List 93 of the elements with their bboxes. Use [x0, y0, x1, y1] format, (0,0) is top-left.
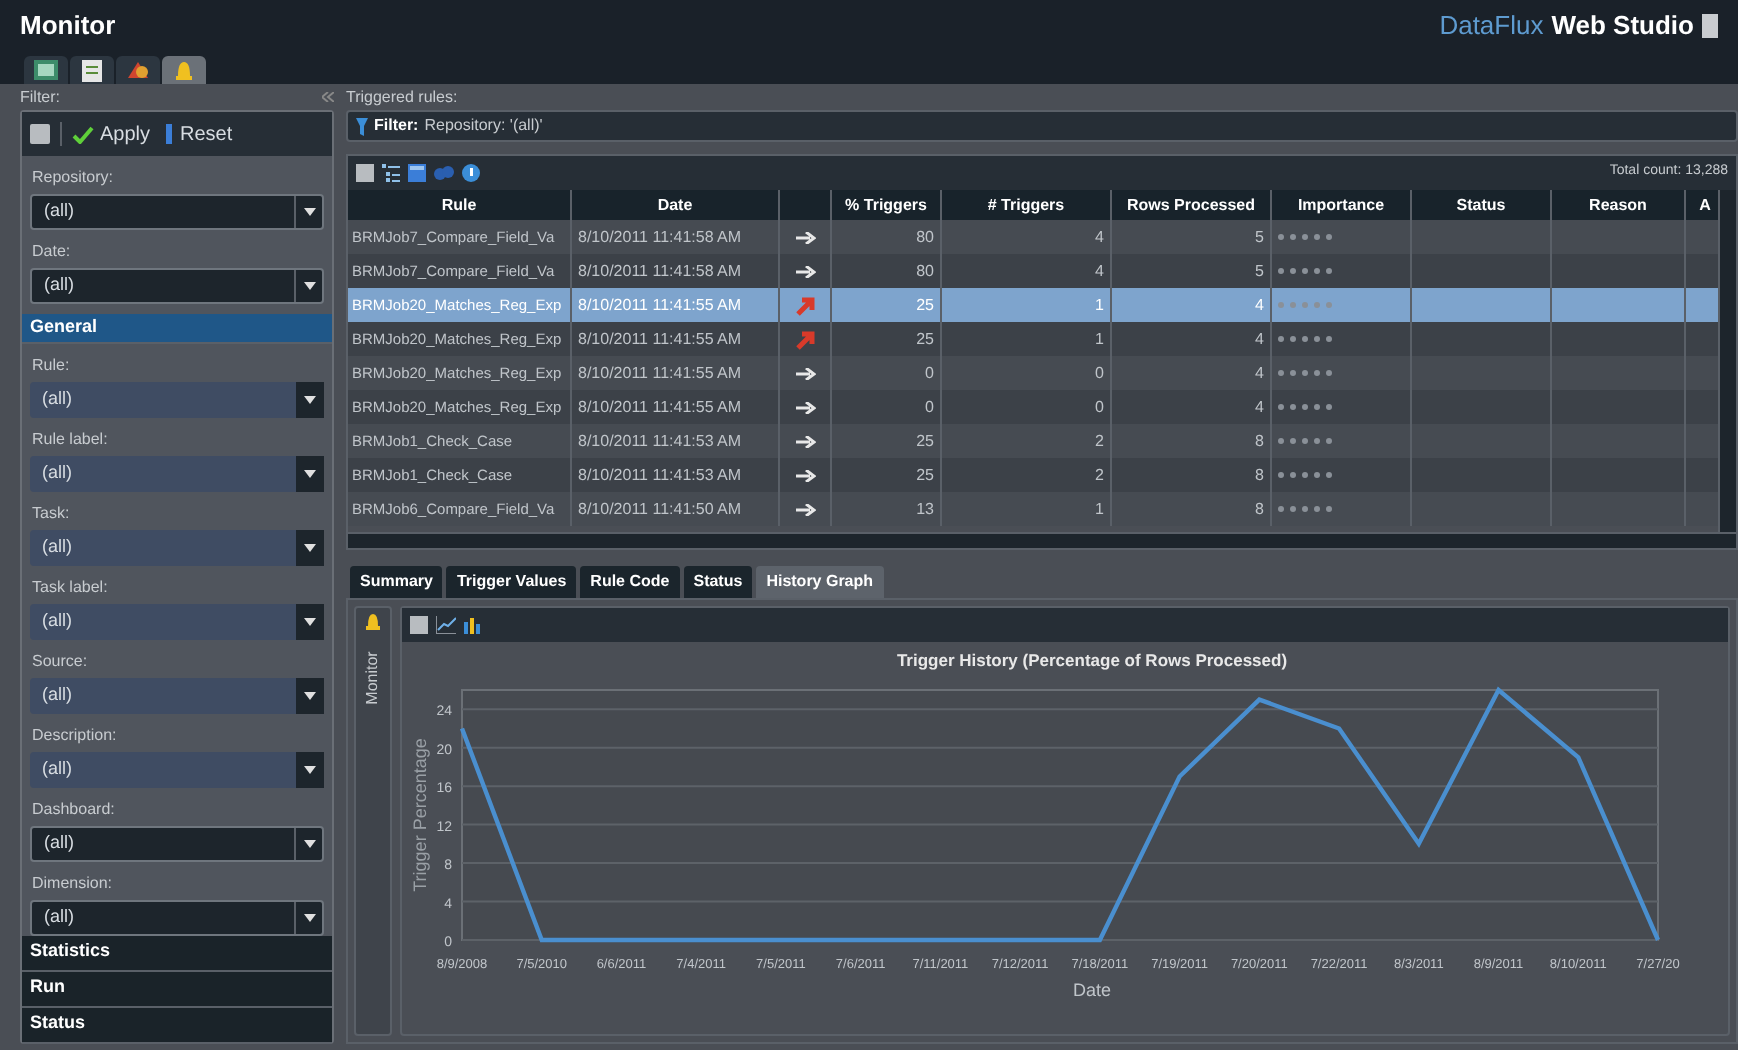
x-axis-title: Date: [1073, 980, 1111, 1000]
apply-button[interactable]: Apply: [72, 119, 151, 149]
star-rating[interactable]: [1278, 438, 1332, 444]
tab[interactable]: Rule Code: [580, 566, 680, 598]
grid-icon[interactable]: [408, 164, 426, 182]
up-arrow-icon: [795, 295, 815, 315]
caret-icon: [303, 913, 315, 921]
filter-label: Repository:: [32, 166, 115, 190]
bar-chart-icon[interactable]: [464, 616, 484, 634]
line-chart-icon[interactable]: [436, 616, 456, 634]
caret-icon: [303, 282, 315, 290]
window-title: Monitor: [20, 8, 116, 45]
filter-text: Repository: '(all)': [424, 114, 543, 138]
funnel-icon: [356, 117, 368, 135]
filter-label: Rule label:: [32, 427, 110, 451]
scrollbar[interactable]: [1718, 190, 1736, 532]
table-cell: 8: [1112, 492, 1272, 526]
tab[interactable]: Summary: [350, 566, 443, 598]
right-arrow-icon: [795, 231, 815, 243]
filter-label: Filter:: [374, 114, 419, 138]
dropdown[interactable]: (all): [30, 751, 324, 787]
dropdown[interactable]: (all): [30, 899, 324, 935]
dropdown[interactable]: (all): [30, 529, 324, 565]
star-rating[interactable]: [1278, 506, 1332, 512]
help-icon[interactable]: [462, 164, 480, 182]
caret-icon: [304, 765, 316, 773]
dropdown[interactable]: (all): [30, 677, 324, 713]
caret-icon: [304, 691, 316, 699]
star-rating[interactable]: [1278, 336, 1332, 342]
dropdown[interactable]: (all): [30, 603, 324, 639]
caret-icon: [304, 469, 316, 477]
table-cell: 1: [942, 492, 1112, 526]
star-rating[interactable]: [1278, 302, 1332, 308]
scrollbar[interactable]: [348, 532, 1736, 548]
bell-icon: [174, 59, 194, 81]
right-arrow-icon: [795, 469, 815, 481]
shapes-icon: [126, 60, 150, 80]
document-icon: [82, 59, 102, 81]
caret-icon: [304, 395, 316, 403]
right-arrow-icon: [795, 503, 815, 515]
section-header[interactable]: Run: [22, 971, 332, 1007]
filter-label: Rule:: [32, 353, 72, 377]
star-rating[interactable]: [1278, 472, 1332, 478]
right-arrow-icon: [795, 435, 815, 447]
filter-label: Source:: [32, 649, 90, 673]
up-arrow-icon: [795, 329, 815, 349]
app-tab[interactable]: [116, 56, 160, 84]
star-rating[interactable]: [1278, 404, 1332, 410]
filter-label: Date:: [32, 240, 73, 264]
filter-label: Task:: [32, 501, 72, 525]
star-rating[interactable]: [1278, 370, 1332, 376]
tab[interactable]: Status: [683, 566, 753, 598]
tab[interactable]: History Graph: [756, 566, 884, 598]
table-cell: 8/10/2011 11:41:50 AM: [572, 492, 780, 526]
chart-title: Trigger History (Percentage of Rows Processed): [896, 650, 1288, 670]
right-arrow-icon: [795, 265, 815, 277]
star-rating[interactable]: [1278, 234, 1332, 240]
filter-label: Dashboard:: [32, 797, 117, 821]
tab[interactable]: Trigger Values: [446, 566, 577, 598]
bar-icon: [166, 124, 173, 144]
tree-icon[interactable]: [382, 164, 400, 182]
caret-icon: [303, 208, 315, 216]
app-tab[interactable]: [24, 56, 68, 84]
collapse-icon[interactable]: [322, 92, 334, 102]
caret-icon: [303, 839, 315, 847]
panel-label: Triggered rules:: [346, 86, 460, 110]
section-header[interactable]: Statistics: [22, 935, 332, 971]
dropdown[interactable]: (all): [30, 268, 324, 304]
filter-label: Task label:: [32, 575, 110, 599]
y-axis-title: Trigger Percentage: [410, 738, 430, 892]
check-icon: [72, 125, 94, 143]
filter-label: Dimension:: [32, 871, 115, 895]
caret-icon: [304, 543, 316, 551]
caret-icon: [304, 617, 316, 625]
right-arrow-icon: [795, 401, 815, 413]
right-arrow-icon: [795, 367, 815, 379]
filter-label: Description:: [32, 723, 119, 747]
dropdown[interactable]: (all): [30, 381, 324, 417]
table-cell: 13: [832, 492, 942, 526]
dropdown[interactable]: (all): [30, 825, 324, 861]
brand-name: DataFlux: [1439, 8, 1544, 45]
section-header[interactable]: General: [22, 314, 332, 343]
panel-label: Filter:: [20, 85, 60, 109]
dropdown[interactable]: (all): [30, 194, 324, 230]
reset-button[interactable]: Reset: [166, 119, 233, 149]
bell-icon: [366, 614, 380, 630]
section-header[interactable]: Status: [22, 1007, 332, 1043]
dropdown[interactable]: (all): [30, 455, 324, 491]
app-tab[interactable]: [70, 56, 114, 84]
brand-name: Web Studio: [1551, 8, 1694, 45]
star-rating[interactable]: [1278, 268, 1332, 274]
vertical-label: Monitor: [361, 651, 383, 705]
side-strip[interactable]: Monitor: [354, 606, 392, 1036]
